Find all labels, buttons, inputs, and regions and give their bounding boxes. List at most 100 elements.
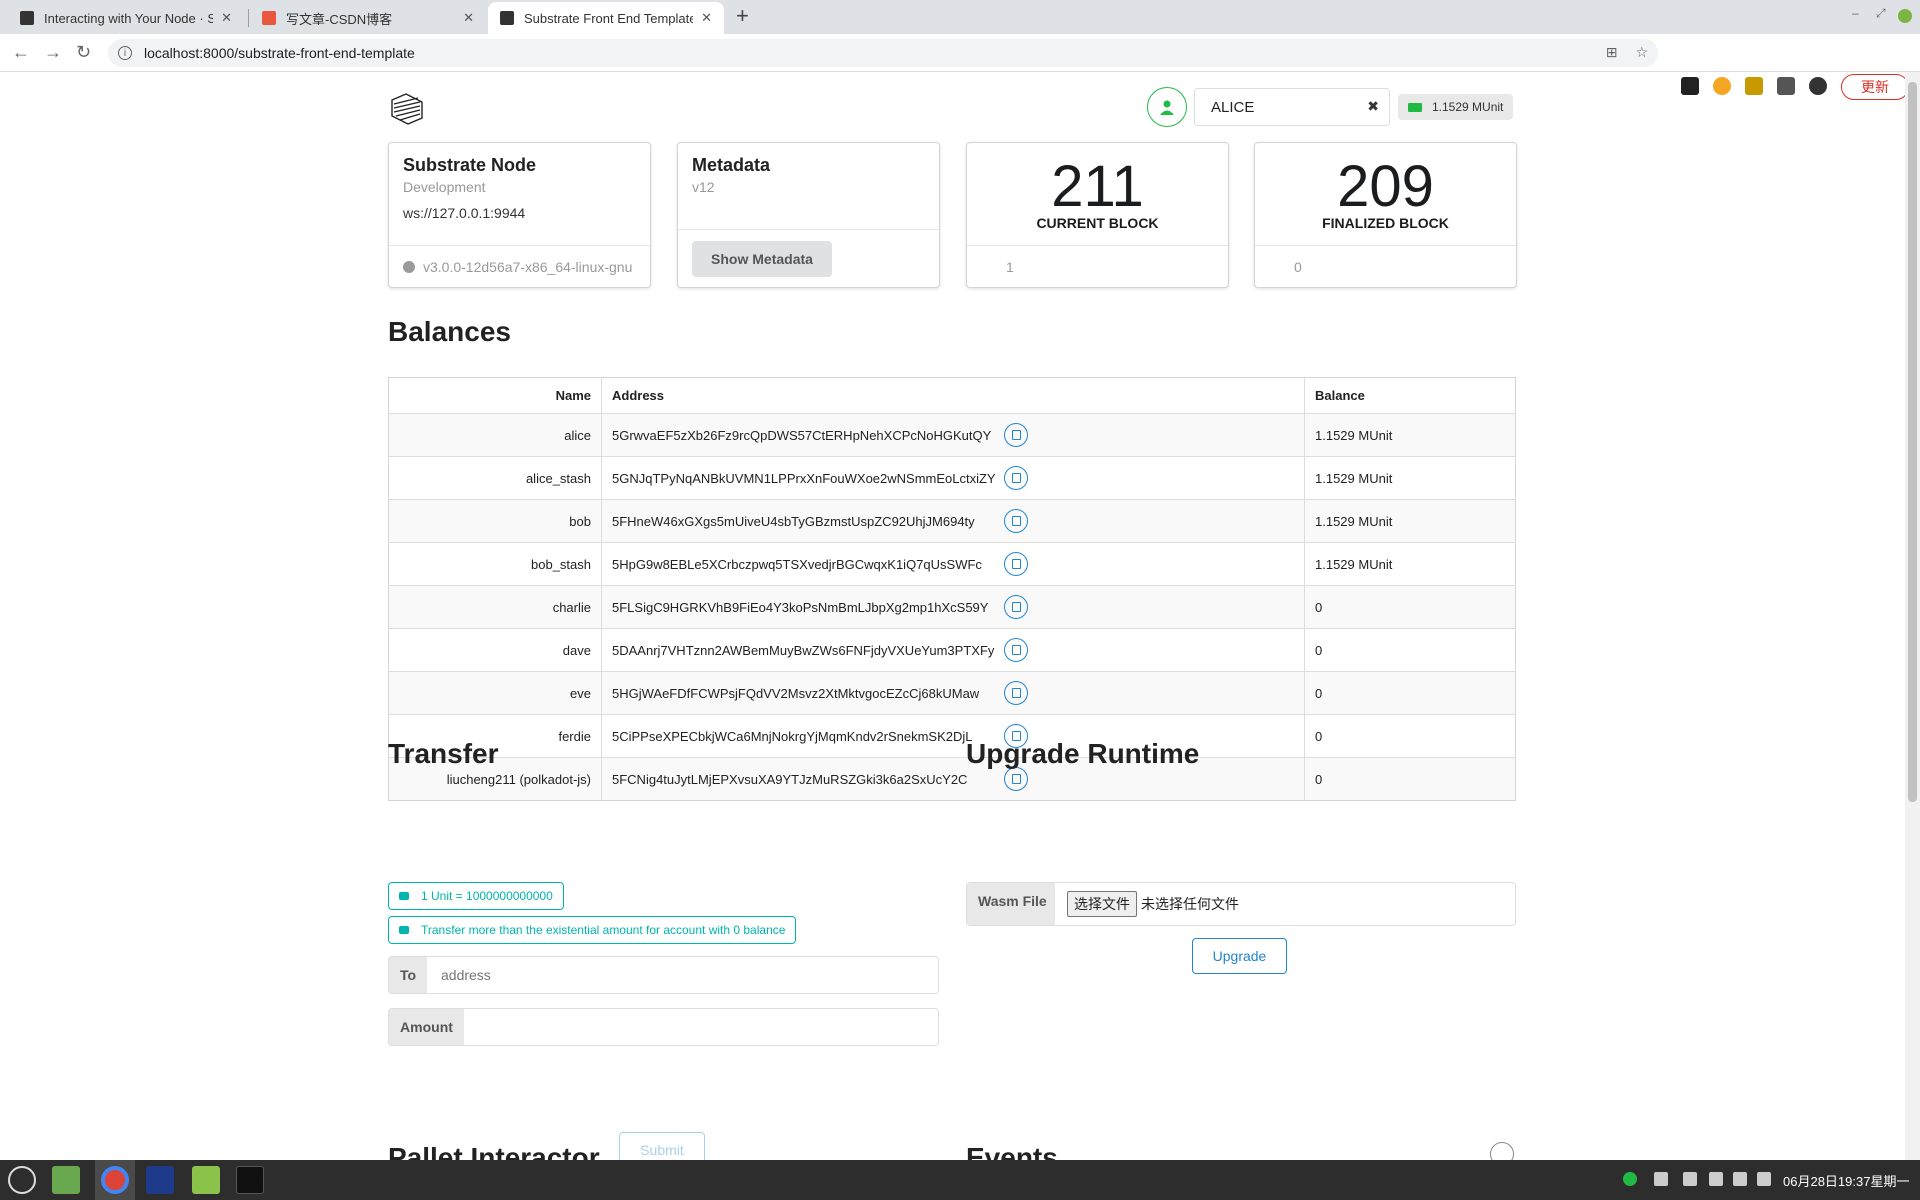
card-divider: [678, 229, 939, 230]
copy-icon[interactable]: [1004, 595, 1028, 619]
submit-button[interactable]: Submit: [619, 1132, 705, 1160]
close-tab-icon[interactable]: ✕: [463, 10, 474, 26]
node-info-card: Substrate Node Development ws://127.0.0.…: [388, 142, 651, 288]
back-icon[interactable]: ←: [12, 42, 30, 63]
column-header-name: Name: [388, 377, 602, 414]
balance-cell: 0: [1304, 628, 1516, 672]
upgrade-button[interactable]: Upgrade: [1192, 938, 1287, 974]
reload-icon[interactable]: ↻: [76, 42, 91, 63]
browser-tab-bar: Interacting with Your Node · S ✕ 写文章-CSD…: [0, 0, 1920, 34]
metadata-card: Metadata v12 Show Metadata: [677, 142, 940, 288]
current-block-label: CURRENT BLOCK: [1036, 215, 1159, 231]
transfer-title: Transfer: [388, 738, 499, 769]
finalized-block-label: FINALIZED BLOCK: [1322, 215, 1449, 231]
balance-cell: 1.1529 MUnit: [1304, 542, 1516, 586]
terminal-icon[interactable]: [236, 1166, 264, 1194]
wechat-icon[interactable]: [1623, 1172, 1637, 1186]
url-text: localhost:8000/substrate-front-end-templ…: [144, 45, 415, 61]
address-bar[interactable]: i localhost:8000/substrate-front-end-tem…: [108, 39, 1658, 67]
page-scrollbar[interactable]: [1905, 72, 1920, 1160]
gear-icon: [403, 260, 415, 273]
balance-cell: 0: [1304, 671, 1516, 715]
account-name-cell: dave: [388, 628, 602, 672]
balance-cell: 1.1529 MUnit: [1304, 456, 1516, 500]
volume-icon[interactable]: [1757, 1172, 1771, 1186]
forward-icon[interactable]: →: [44, 42, 62, 63]
amount-label: Amount: [389, 1009, 464, 1045]
copy-icon[interactable]: [1004, 767, 1028, 791]
account-name-cell: bob_stash: [388, 542, 602, 586]
chrome-icon[interactable]: [101, 1166, 129, 1194]
new-tab-icon[interactable]: +: [736, 3, 749, 29]
balance-cell: 0: [1304, 714, 1516, 758]
tab-interacting-node[interactable]: Interacting with Your Node · S ✕: [8, 2, 244, 34]
balance-cell: 0: [1304, 757, 1516, 801]
info-icon[interactable]: i: [118, 46, 132, 60]
account-selector[interactable]: ALICE ✖: [1194, 88, 1390, 126]
to-address-input[interactable]: [427, 957, 938, 993]
user-icon[interactable]: [1147, 87, 1187, 127]
to-label: To: [389, 957, 427, 993]
hand-point-right-icon: [399, 892, 409, 900]
intellij-icon[interactable]: [146, 1166, 174, 1194]
existential-info-message: Transfer more than the existential amoun…: [388, 916, 797, 944]
address-cell: 5CiPPseXPECbkjWCa6MnjNokrgYjMqmKndv2rSne…: [612, 728, 973, 744]
metadata-title: Metadata: [692, 155, 771, 175]
eraser-icon[interactable]: [1490, 1142, 1514, 1160]
copy-icon[interactable]: [1004, 509, 1028, 533]
clipboard-icon[interactable]: [1683, 1172, 1697, 1186]
clear-icon[interactable]: ✖: [1367, 98, 1379, 115]
current-block-timer: 1: [1006, 258, 1014, 275]
close-window-icon[interactable]: [1898, 9, 1912, 23]
amount-input[interactable]: [464, 1009, 938, 1045]
current-block-number: 211: [1051, 154, 1144, 219]
table-row: alice 5GrwvaEF5zXb26Fz9rcQpDWS57CtERHpNe…: [388, 413, 1516, 457]
table-row: eve 5HGjWAeFDfFCWPsjFQdVV2Msvz2XtMktvgoc…: [388, 671, 1516, 715]
table-row: alice_stash 5GNJqTPyNqANBkUVMN1LPPrxXnFo…: [388, 456, 1516, 500]
node-chain: Development: [403, 179, 486, 195]
money-icon: [1408, 102, 1422, 112]
network-icon[interactable]: [1733, 1172, 1747, 1186]
close-tab-icon[interactable]: ✕: [701, 10, 712, 26]
copy-icon[interactable]: [1004, 552, 1028, 576]
os-taskbar: 06月28日19:37星期一: [0, 1160, 1920, 1200]
to-field: To: [388, 956, 939, 994]
translate-icon[interactable]: ⊞: [1606, 44, 1618, 61]
address-cell: 5HpG9w8EBLe5XCrbczpwq5TSXvedjrBGCwqxK1iQ…: [612, 556, 982, 572]
scrollbar-thumb[interactable]: [1908, 82, 1917, 802]
balance-cell: 1.1529 MUnit: [1304, 499, 1516, 543]
folder-icon[interactable]: [52, 1166, 80, 1194]
node-version: v3.0.0-12d56a7-x86_64-linux-gnu: [423, 258, 633, 275]
close-tab-icon[interactable]: ✕: [221, 10, 232, 26]
balances-table: Name Address Balance alice 5GrwvaEF5zXb2…: [388, 377, 1516, 801]
table-row: charlie 5FLSigC9HGRKVhB9FiEo4Y3koPsNmBmL…: [388, 585, 1516, 629]
bookmark-star-icon[interactable]: ☆: [1635, 44, 1648, 61]
tab-csdn[interactable]: 写文章-CSDN博客 ✕: [250, 2, 486, 34]
copy-icon[interactable]: [1004, 466, 1028, 490]
table-row: dave 5DAAnrj7VHTznn2AWBemMuyBwZWs6FNFjdy…: [388, 628, 1516, 672]
account-name-cell: charlie: [388, 585, 602, 629]
restore-icon[interactable]: ⤢: [1876, 6, 1886, 21]
tab-substrate-template[interactable]: Substrate Front End Template ✕: [488, 2, 724, 34]
hand-point-right-icon: [399, 926, 409, 934]
mint-menu-icon[interactable]: [8, 1166, 36, 1194]
column-header-balance: Balance: [1304, 377, 1516, 414]
tray-app-icon[interactable]: [1654, 1172, 1668, 1186]
shield-icon[interactable]: [1709, 1172, 1723, 1186]
finalized-block-timer: 0: [1294, 258, 1302, 275]
balances-title: Balances: [388, 316, 511, 347]
substrate-favicon-icon: [20, 11, 34, 25]
csdn-favicon-icon: [262, 11, 276, 25]
copy-icon[interactable]: [1004, 681, 1028, 705]
account-name-cell: bob: [388, 499, 602, 543]
choose-file-button[interactable]: 选择文件: [1067, 891, 1137, 917]
address-cell: 5FHneW46xGXgs5mUiveU4sbTyGBzmstUspZC92Uh…: [612, 513, 975, 529]
files-icon[interactable]: [192, 1166, 220, 1194]
copy-icon[interactable]: [1004, 638, 1028, 662]
wasm-file-field: Wasm File 选择文件 未选择任何文件: [966, 882, 1516, 926]
minimize-icon[interactable]: –: [1852, 6, 1859, 20]
copy-icon[interactable]: [1004, 423, 1028, 447]
show-metadata-button[interactable]: Show Metadata: [692, 241, 832, 277]
account-name-cell: alice: [388, 413, 602, 457]
system-clock: 06月28日19:37星期一: [1783, 1174, 1910, 1189]
